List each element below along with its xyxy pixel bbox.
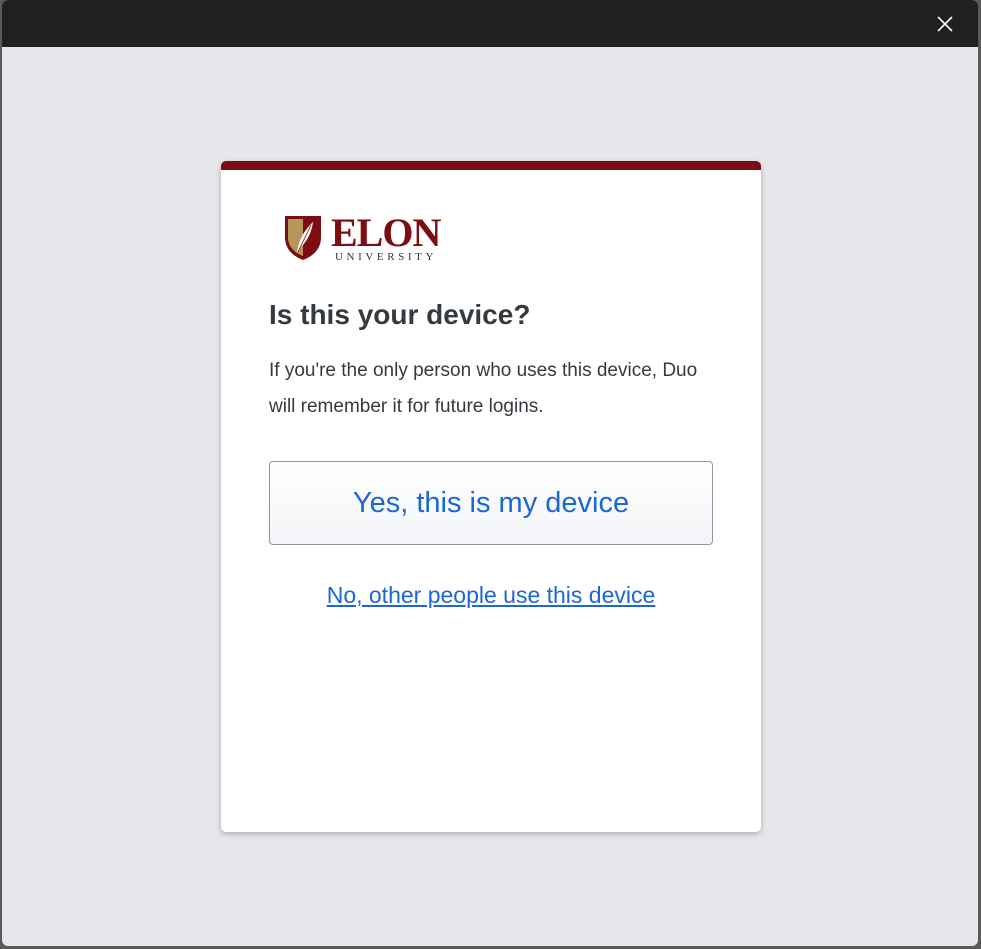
- device-prompt-card: ELON UNIVERSITY Is this your device? If …: [221, 161, 761, 832]
- device-description: If you're the only person who uses this …: [269, 360, 698, 417]
- no-other-people-link[interactable]: No, other people use this device: [221, 582, 761, 609]
- yes-trust-device-button[interactable]: Yes, this is my device: [269, 461, 713, 545]
- logo-wordmark: ELON: [331, 210, 441, 255]
- logo-subword: UNIVERSITY: [335, 251, 437, 263]
- close-icon[interactable]: [932, 11, 958, 37]
- page-title: Is this your device?: [269, 299, 531, 330]
- card-accent-bar: [221, 161, 761, 170]
- browser-popup-window: ELON UNIVERSITY Is this your device? If …: [2, 0, 978, 946]
- window-titlebar: [2, 0, 978, 47]
- shield-leaf-icon: [285, 216, 321, 260]
- elon-university-logo: ELON UNIVERSITY: [283, 213, 463, 263]
